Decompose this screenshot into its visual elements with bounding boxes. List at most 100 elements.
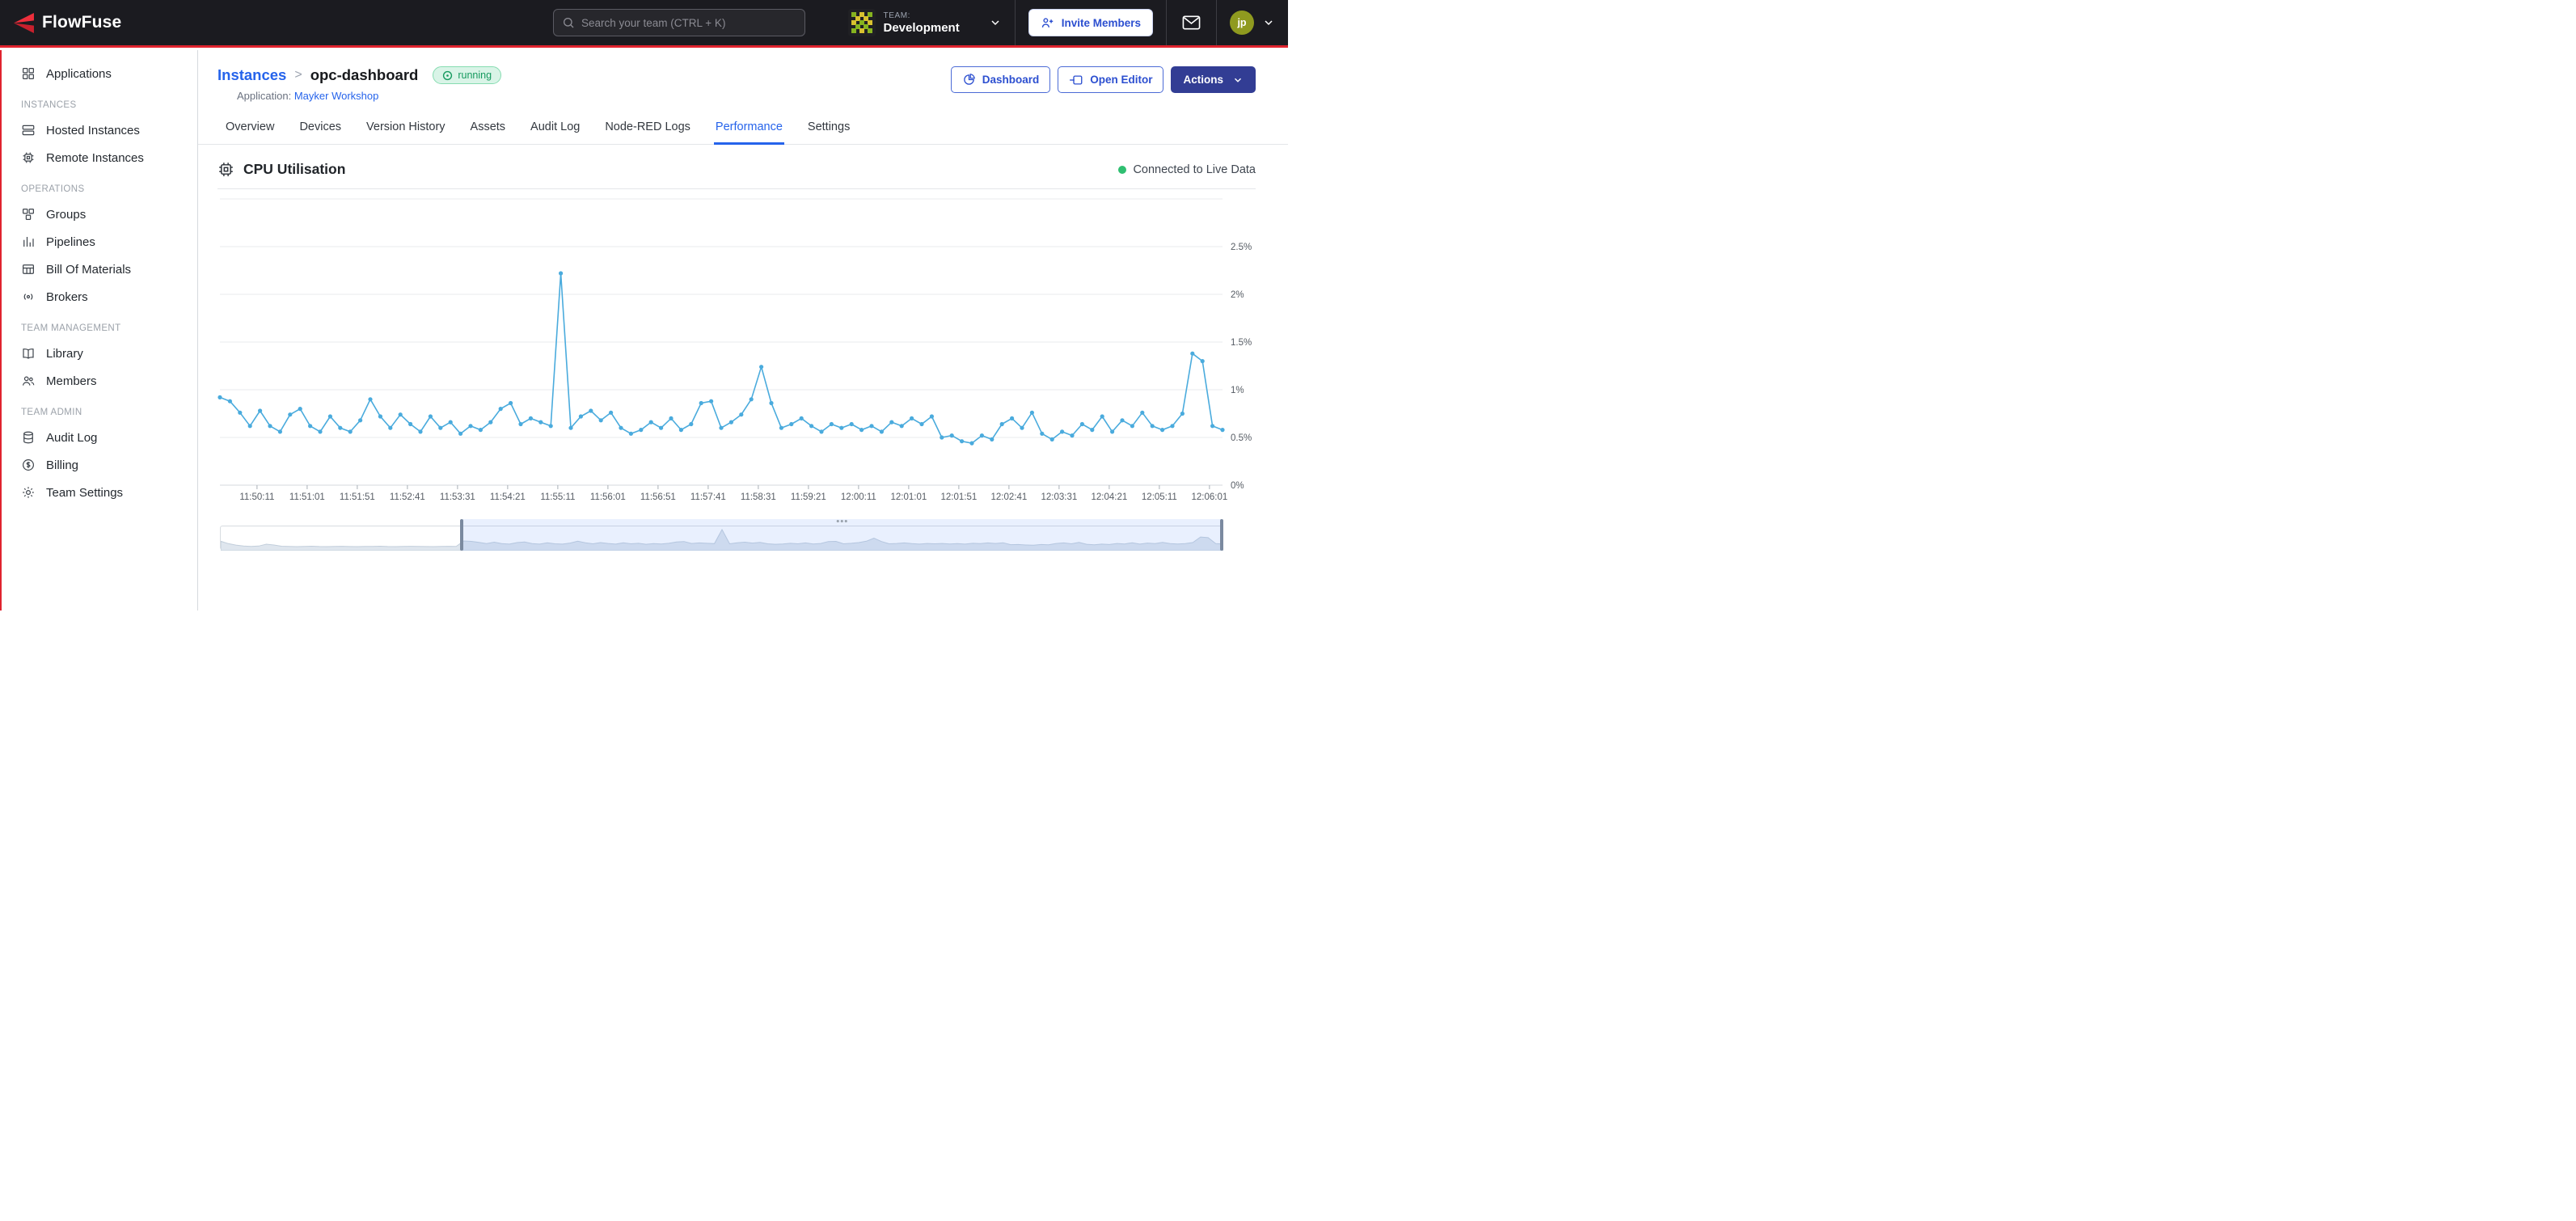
tab-settings[interactable]: Settings: [806, 112, 851, 145]
sidebar-item-billing[interactable]: Billing: [0, 451, 197, 479]
team-selector[interactable]: TEAM: Development: [837, 0, 1015, 45]
svg-text:0.5%: 0.5%: [1231, 433, 1252, 443]
open-editor-button-label: Open Editor: [1090, 74, 1152, 86]
flowfuse-logo[interactable]: FlowFuse: [13, 12, 121, 34]
user-avatar: jp: [1230, 11, 1254, 35]
application-link[interactable]: Mayker Workshop: [294, 90, 379, 102]
notifications-button[interactable]: [1167, 0, 1216, 45]
live-dot-icon: [1118, 166, 1126, 174]
sidebar-item-brokers[interactable]: Brokers: [0, 283, 197, 311]
svg-text:2%: 2%: [1231, 290, 1244, 300]
sidebar-section-team-admin: TEAM ADMIN: [0, 408, 197, 417]
application-label: Application:: [237, 90, 291, 102]
svg-text:11:50:11: 11:50:11: [239, 492, 274, 502]
svg-text:11:54:21: 11:54:21: [490, 492, 526, 502]
svg-text:12:01:01: 12:01:01: [890, 492, 927, 502]
search-icon: [562, 16, 575, 29]
svg-text:1%: 1%: [1231, 386, 1244, 395]
open-editor-button[interactable]: Open Editor: [1058, 66, 1163, 93]
zoom-grip-icon[interactable]: [837, 520, 847, 522]
remote-instances-icon: [21, 150, 36, 165]
svg-text:0%: 0%: [1231, 481, 1244, 491]
team-label: TEAM:: [884, 11, 960, 20]
team-search[interactable]: [553, 9, 805, 36]
sidebar-item-audit-log[interactable]: Audit Log: [0, 424, 197, 451]
chart-zoom-navigator[interactable]: [220, 526, 1223, 550]
team-avatar: [848, 9, 876, 36]
sidebar-item-library[interactable]: Library: [0, 340, 197, 367]
live-data-status: Connected to Live Data: [1118, 163, 1256, 176]
zoom-selection-window[interactable]: [462, 519, 1222, 551]
sidebar-item-label: Applications: [46, 67, 112, 81]
main-content: Instances > opc-dashboard running Applic…: [198, 50, 1288, 610]
sidebar-item-label: Audit Log: [46, 431, 97, 445]
breadcrumb: Instances > opc-dashboard running: [217, 66, 501, 84]
breadcrumb-instances-link[interactable]: Instances: [217, 66, 286, 84]
invite-members-wrap: Invite Members: [1016, 9, 1166, 36]
svg-text:11:51:51: 11:51:51: [340, 492, 375, 502]
actions-button[interactable]: Actions: [1171, 66, 1256, 93]
tab-audit-log[interactable]: Audit Log: [529, 112, 581, 145]
dashboard-button-label: Dashboard: [982, 74, 1040, 86]
team-settings-icon: [21, 485, 36, 500]
sidebar-item-team-settings[interactable]: Team Settings: [0, 479, 197, 506]
sidebar-item-label: Billing: [46, 458, 78, 472]
invite-members-button[interactable]: Invite Members: [1028, 9, 1153, 36]
brokers-icon: [21, 289, 36, 304]
svg-text:12:05:11: 12:05:11: [1142, 492, 1177, 502]
svg-text:11:56:01: 11:56:01: [590, 492, 626, 502]
invite-members-label: Invite Members: [1062, 17, 1141, 29]
sidebar-item-groups[interactable]: Groups: [0, 201, 197, 228]
svg-text:11:52:41: 11:52:41: [390, 492, 425, 502]
status-badge: running: [433, 66, 501, 84]
navbar-right: TEAM: Development Invite Members: [837, 0, 1289, 45]
page-title: opc-dashboard: [310, 66, 419, 84]
sidebar-item-label: Team Settings: [46, 486, 123, 500]
sidebar-item-label: Hosted Instances: [46, 124, 140, 137]
status-badge-label: running: [458, 70, 492, 81]
tab-assets[interactable]: Assets: [469, 112, 508, 145]
tab-node-red-logs[interactable]: Node-RED Logs: [603, 112, 692, 145]
sidebar-item-members[interactable]: Members: [0, 367, 197, 395]
zoom-handle-right[interactable]: [1220, 519, 1223, 551]
sidebar-item-remote-instances[interactable]: Remote Instances: [0, 144, 197, 171]
user-menu[interactable]: jp: [1217, 0, 1288, 45]
tab-devices[interactable]: Devices: [298, 112, 343, 145]
sidebar-section-instances: INSTANCES: [0, 100, 197, 110]
zoom-handle-left[interactable]: [460, 519, 463, 551]
mail-icon: [1182, 15, 1201, 31]
tab-version-history[interactable]: Version History: [365, 112, 447, 145]
sidebar-item-applications[interactable]: Applications: [0, 60, 197, 87]
svg-text:1.5%: 1.5%: [1231, 338, 1252, 348]
node-editor-icon: [1069, 74, 1083, 87]
dashboard-button[interactable]: Dashboard: [951, 66, 1051, 93]
chevron-down-icon: [1262, 16, 1275, 29]
sidebar-item-pipelines[interactable]: Pipelines: [0, 228, 197, 256]
section-title: CPU Utilisation: [243, 161, 345, 178]
sidebar-section-team-management: TEAM MANAGEMENT: [0, 323, 197, 333]
breadcrumb-separator: >: [294, 68, 302, 82]
sidebar-item-label: Members: [46, 374, 97, 388]
flowfuse-mark-icon: [13, 12, 35, 34]
instance-tabs: Overview Devices Version History Assets …: [198, 112, 1288, 145]
application-line: Application: Mayker Workshop: [237, 90, 469, 102]
brand-name: FlowFuse: [42, 13, 121, 32]
search-input[interactable]: [581, 17, 796, 29]
sidebar-item-bill-of-materials[interactable]: Bill Of Materials: [0, 256, 197, 283]
team-name: Development: [884, 21, 960, 35]
hosted-instances-icon: [21, 123, 36, 137]
sidebar-item-label: Brokers: [46, 290, 88, 304]
svg-text:11:56:51: 11:56:51: [640, 492, 676, 502]
svg-text:12:00:11: 12:00:11: [841, 492, 876, 502]
tab-performance[interactable]: Performance: [714, 112, 784, 145]
sidebar-item-label: Library: [46, 347, 83, 361]
sidebar-item-hosted-instances[interactable]: Hosted Instances: [0, 116, 197, 144]
sidebar-item-label: Remote Instances: [46, 151, 144, 165]
chevron-down-icon: [1232, 74, 1244, 86]
svg-text:12:06:01: 12:06:01: [1191, 492, 1227, 502]
svg-text:11:53:31: 11:53:31: [440, 492, 475, 502]
svg-text:11:55:11: 11:55:11: [540, 492, 575, 502]
cpu-utilisation-title: CPU Utilisation: [217, 161, 345, 178]
tab-overview[interactable]: Overview: [224, 112, 276, 145]
sidebar-section-operations: OPERATIONS: [0, 184, 197, 194]
